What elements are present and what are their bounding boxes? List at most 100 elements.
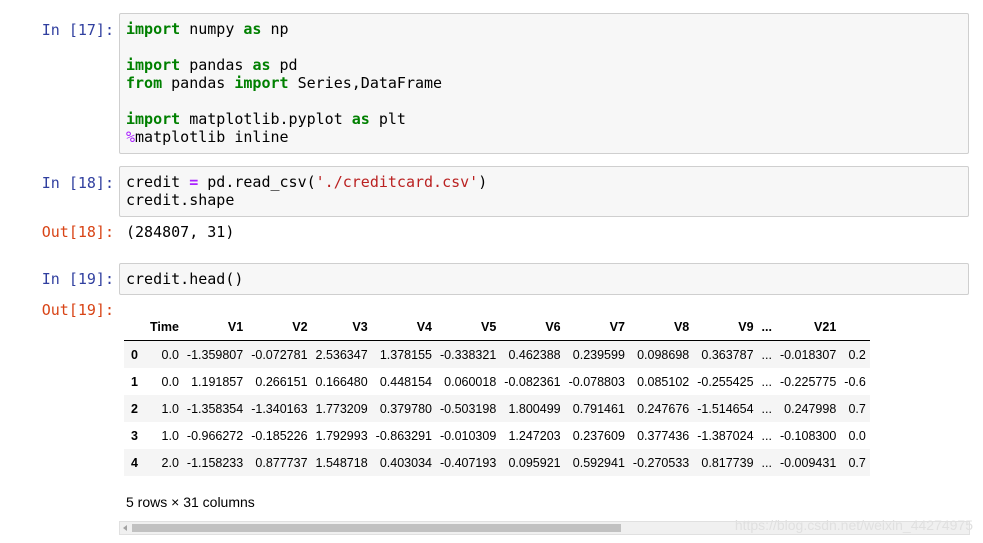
watermark: https://blog.csdn.net/weixin_44274975 <box>734 517 973 533</box>
table-cell: 0.7 <box>848 401 866 416</box>
input-prompt-17: In [17]: <box>41 21 114 39</box>
code-token: as <box>351 110 370 128</box>
code-token: % <box>126 128 136 146</box>
table-cell: 0.0 <box>848 428 866 443</box>
row-index: 1 <box>131 374 138 389</box>
column-header: Time <box>145 313 183 341</box>
column-header: V5 <box>435 313 501 341</box>
table-cell: 0.377436 <box>637 428 690 443</box>
table-cell: ... <box>761 374 772 389</box>
table-cell: ... <box>761 347 772 362</box>
table-cell: 1.792993 <box>315 428 368 443</box>
table-cell: 0.247998 <box>784 401 837 416</box>
table-cell: 0.239599 <box>572 347 625 362</box>
table-cell: 0.403034 <box>379 455 432 470</box>
code-token: = <box>189 173 199 191</box>
table-cell: 0.247676 <box>637 401 690 416</box>
code-token: import <box>126 110 181 128</box>
table-cell: -0.255425 <box>697 374 754 389</box>
code-token: Series,DataFrame <box>288 74 443 92</box>
code-token: as <box>252 56 271 74</box>
table-cell: -0.6 <box>844 374 866 389</box>
code-token: import <box>126 56 181 74</box>
code-token: import <box>126 20 181 38</box>
table-cell: -0.010309 <box>439 428 497 443</box>
table-cell: 0.0 <box>161 347 179 362</box>
column-header: V1 <box>182 313 248 341</box>
code-token: matplotlib.pyplot <box>180 110 352 128</box>
column-header: V2 <box>247 313 312 341</box>
table-cell: 1.191857 <box>191 374 244 389</box>
table-cell: -0.072781 <box>251 347 308 362</box>
table-cell: -0.018307 <box>779 347 837 362</box>
column-header <box>840 313 870 341</box>
code-token: ) <box>478 173 488 191</box>
code-editor-19[interactable]: credit.head() <box>120 264 968 294</box>
column-header: V9 <box>693 313 758 341</box>
column-header: V8 <box>628 313 694 341</box>
table-cell: 1.0 <box>161 401 179 416</box>
table-cell: 0.448154 <box>379 374 432 389</box>
table-cell: 0.085102 <box>637 374 690 389</box>
dataframe-table: Time V1 V2 V3 V4 V5 V6 V7 V8 V9... V21 0 0.0 -1.3598… <box>124 313 870 476</box>
table-cell: 0.791461 <box>572 401 625 416</box>
table-cell: -1.158233 <box>186 455 244 470</box>
table-cell: 0.060018 <box>444 374 497 389</box>
row-index: 3 <box>131 428 138 443</box>
table-cell: -1.387024 <box>697 428 754 443</box>
scroll-left-arrow-icon[interactable] <box>123 525 127 531</box>
code-cell-17[interactable]: import numpy as np import pandas as pd f… <box>119 13 969 154</box>
table-cell: ... <box>761 455 772 470</box>
code-editor-17[interactable]: import numpy as np import pandas as pd f… <box>120 14 968 152</box>
table-cell: ... <box>761 428 772 443</box>
column-header: V21 <box>775 313 841 341</box>
code-token: matplotlib inline <box>135 128 289 146</box>
table-cell: 0.462388 <box>508 347 561 362</box>
table-cell: 0.098698 <box>637 347 690 362</box>
column-header: ... <box>757 313 776 341</box>
table-cell: -0.078803 <box>568 374 625 389</box>
table-cell: 1.773209 <box>315 401 368 416</box>
table-cell: -0.009431 <box>779 455 837 470</box>
output-prompt-18: Out[18]: <box>41 223 114 241</box>
code-editor-18[interactable]: credit = pd.read_csv('./creditcard.csv')… <box>120 167 968 215</box>
table-cell: -0.966272 <box>186 428 244 443</box>
table-cell: 0.817739 <box>701 455 754 470</box>
table-cell: 0.0 <box>161 374 179 389</box>
code-token: numpy <box>180 20 244 38</box>
table-cell: -0.270533 <box>632 455 690 470</box>
dataframe-output: Time V1 V2 V3 V4 V5 V6 V7 V8 V9... V21 0 0.0 -1.3598… <box>124 313 970 478</box>
table-cell: 1.0 <box>161 428 179 443</box>
code-cell-18[interactable]: credit = pd.read_csv('./creditcard.csv')… <box>119 166 969 217</box>
table-cell: 0.166480 <box>315 374 368 389</box>
code-token: pd.read_csv( <box>198 173 316 191</box>
code-token: credit.shape <box>126 191 235 209</box>
table-cell: -1.514654 <box>697 401 754 416</box>
table-cell: 0.877737 <box>255 455 308 470</box>
table-cell: ... <box>761 401 772 416</box>
code-token: from <box>126 74 163 92</box>
code-token: np <box>261 20 289 38</box>
table-cell: -0.225775 <box>779 374 837 389</box>
table-cell: 0.095921 <box>508 455 561 470</box>
code-token: plt <box>369 110 406 128</box>
table-cell: 0.266151 <box>255 374 308 389</box>
code-token: pandas <box>180 56 253 74</box>
table-cell: 0.379780 <box>379 401 432 416</box>
code-cell-19[interactable]: credit.head() <box>119 263 969 295</box>
table-row: 0 0.0 -1.359807 -0.072781 2.536347 1.378155 -0… <box>124 340 870 368</box>
dataframe-body: 0 0.0 -1.359807 -0.072781 2.536347 1.378155 -0… <box>124 340 870 476</box>
table-cell: -0.185226 <box>251 428 308 443</box>
code-token: import <box>234 74 289 92</box>
input-prompt-19: In [19]: <box>41 270 114 288</box>
column-header: V3 <box>311 313 372 341</box>
table-cell: -1.340163 <box>251 401 308 416</box>
scrollbar-thumb[interactable] <box>132 524 621 532</box>
input-prompt-18: In [18]: <box>41 174 114 192</box>
table-cell: -0.407193 <box>439 455 497 470</box>
code-token: credit.head() <box>126 270 244 288</box>
code-token: credit <box>126 173 190 191</box>
row-index: 2 <box>131 401 138 416</box>
column-header: V6 <box>500 313 565 341</box>
code-token: pd <box>270 56 298 74</box>
